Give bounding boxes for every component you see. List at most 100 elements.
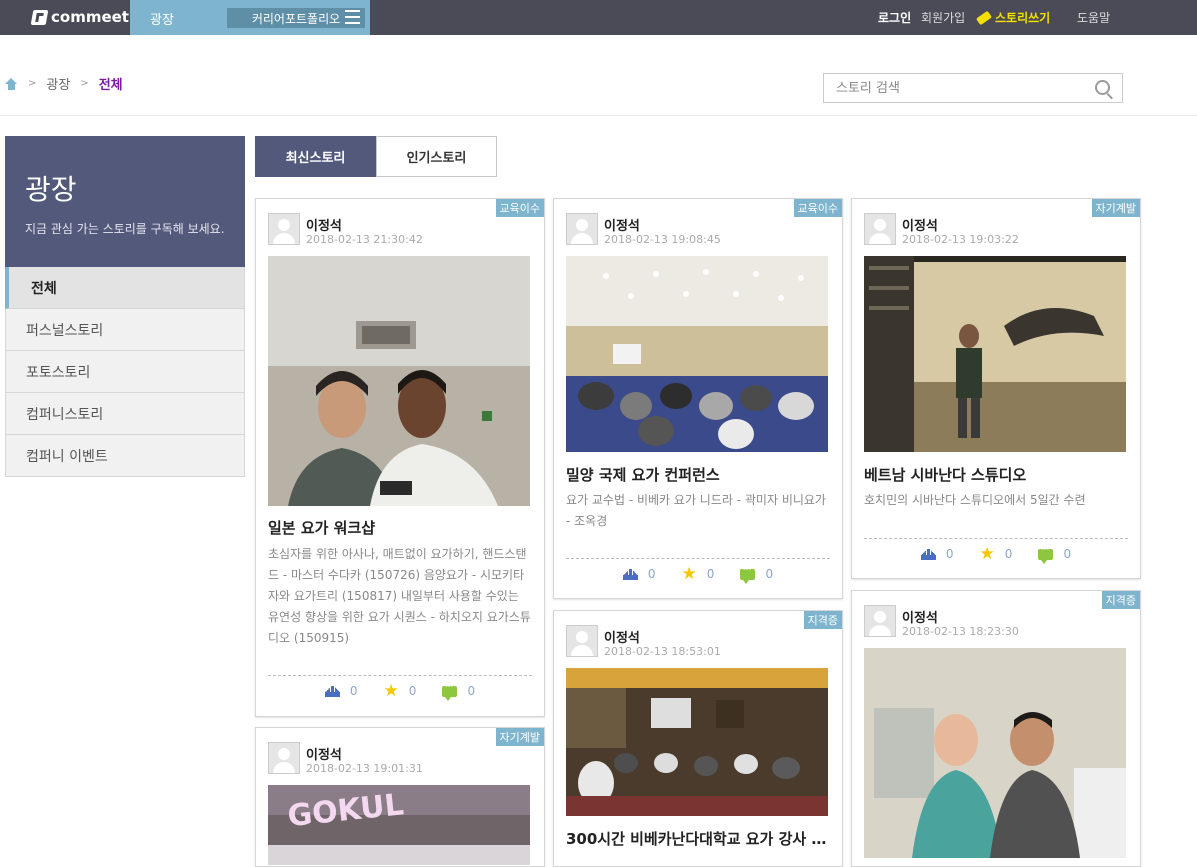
tab-popular[interactable]: 인기스토리 xyxy=(376,136,497,177)
story-card[interactable]: 자기계발 이정석 2018-02-13 19:01:31 GOKUL xyxy=(255,727,545,867)
category-badge: 교육이수 xyxy=(495,199,544,217)
star-count[interactable]: ★ 0 xyxy=(979,544,1013,564)
story-title[interactable]: 베트남 시바난다 스튜디오 xyxy=(864,464,1126,485)
write-story-label: 스토리쓰기 xyxy=(995,11,1051,25)
comment-value: 0 xyxy=(765,567,774,581)
commeet-logo[interactable]: commeet xyxy=(30,8,129,26)
comment-value: 0 xyxy=(1063,547,1072,561)
comment-count[interactable]: 0 xyxy=(740,564,774,584)
author-name[interactable]: 이정석 xyxy=(306,215,342,234)
avatar xyxy=(268,742,300,774)
hamburger-menu-icon[interactable] xyxy=(345,10,360,24)
sidebar-item-company-story[interactable]: 컴퍼니스토리 xyxy=(5,393,245,435)
post-date: 2018-02-13 19:03:22 xyxy=(902,233,1019,246)
story-photo[interactable]: GOKUL xyxy=(268,785,530,865)
avatar xyxy=(864,605,896,637)
nav-plaza[interactable]: 광장 xyxy=(150,9,174,28)
star-count[interactable]: ★ 0 xyxy=(682,566,715,583)
signup-link[interactable]: 회원가입 xyxy=(921,9,965,26)
sidebar-item-personal-story[interactable]: 퍼스널스토리 xyxy=(5,309,245,351)
author-name[interactable]: 이정석 xyxy=(902,215,938,234)
breadcrumb-current: 전체 xyxy=(98,78,123,93)
avatar xyxy=(566,625,598,657)
logo-icon xyxy=(30,9,49,25)
story-description: 호치민의 시바난다 스튜디오에서 5일간 수련 xyxy=(864,493,1086,507)
story-title[interactable]: 밀양 국제 요가 컨퍼런스 xyxy=(566,464,828,485)
crown-icon xyxy=(920,548,936,560)
comment-count[interactable]: 0 xyxy=(442,681,475,701)
avatar xyxy=(864,213,896,245)
story-photo[interactable] xyxy=(864,256,1126,452)
crown-count[interactable]: 0 xyxy=(324,684,358,698)
sidebar-item-photo-story[interactable]: 포토스토리 xyxy=(5,351,245,393)
story-card[interactable]: 교육이수 이정석 2018-02-13 21:30:42 일본 요가 워크샵 초… xyxy=(255,198,545,717)
star-icon: ★ xyxy=(979,544,995,564)
category-badge: 교육이수 xyxy=(793,199,842,217)
star-icon: ★ xyxy=(383,681,399,701)
star-value: 0 xyxy=(1004,547,1013,561)
crown-value: 0 xyxy=(647,567,656,581)
sidebar-item-all[interactable]: 전체 xyxy=(5,267,245,309)
comment-count[interactable]: 0 xyxy=(1038,544,1072,564)
breadcrumb-separator: > xyxy=(80,78,89,89)
story-title[interactable]: 300시간 비베카난다대학교 요가 강사 ... xyxy=(566,828,828,849)
sidebar-title: 광장 xyxy=(25,173,77,206)
category-badge: 자기계발 xyxy=(495,728,544,746)
crown-count[interactable]: 0 xyxy=(920,547,954,561)
crown-count[interactable]: 0 xyxy=(622,567,656,581)
story-title[interactable]: 일본 요가 워크샵 xyxy=(268,517,530,538)
home-icon[interactable] xyxy=(5,77,18,90)
story-card[interactable]: 지격증 이정석 2018-02-13 18:23:30 xyxy=(851,590,1141,867)
tab-latest[interactable]: 최신스토리 xyxy=(255,136,376,177)
search-input[interactable] xyxy=(834,80,1078,97)
card-divider xyxy=(268,675,532,676)
avatar xyxy=(566,213,598,245)
post-date: 2018-02-13 18:53:01 xyxy=(604,645,721,658)
crown-value: 0 xyxy=(349,684,358,698)
story-photo[interactable] xyxy=(864,648,1126,858)
pencil-icon xyxy=(975,10,993,25)
story-description: 초심자를 위한 아사나, 매트없이 요가하기, 핸드스탠드 - 마스터 수다카 … xyxy=(268,547,531,645)
star-count[interactable]: ★ 0 xyxy=(383,681,417,701)
story-photo[interactable] xyxy=(566,668,828,816)
story-photo[interactable] xyxy=(268,256,530,506)
crown-icon xyxy=(324,685,340,697)
post-date: 2018-02-13 19:08:45 xyxy=(604,233,721,246)
story-search xyxy=(823,73,1123,103)
breadcrumb: > 광장 > 전체 xyxy=(5,74,123,93)
top-navbar: commeet 광장 커리어포트폴리오 로그인 회원가입 스토리쓰기 도움말 xyxy=(0,0,1197,35)
story-photo[interactable] xyxy=(566,256,828,452)
star-value: 0 xyxy=(408,684,417,698)
comment-icon xyxy=(1038,544,1054,564)
write-story-link[interactable]: 스토리쓰기 xyxy=(975,9,1051,26)
card-stats: 0 ★0 0 xyxy=(852,544,1140,564)
card-divider xyxy=(864,538,1128,539)
post-date: 2018-02-13 21:30:42 xyxy=(306,233,423,246)
author-name[interactable]: 이정석 xyxy=(902,607,938,626)
crown-value: 0 xyxy=(945,547,954,561)
card-stats: 0 ★0 0 xyxy=(554,564,842,584)
top-nav-section: 광장 커리어포트폴리오 xyxy=(130,0,370,35)
comment-icon xyxy=(442,681,458,701)
story-card[interactable]: 자기계발 이정석 2018-02-13 19:03:22 베트남 시바난다 스튜… xyxy=(851,198,1141,579)
story-card[interactable]: 교육이수 이정석 2018-02-13 19:08:45 밀양 국제 요가 컨퍼… xyxy=(553,198,843,599)
comment-icon xyxy=(740,564,756,584)
sidebar-item-company-event[interactable]: 컴퍼니 이벤트 xyxy=(5,435,245,477)
logo-text: commeet xyxy=(51,8,129,26)
login-link[interactable]: 로그인 xyxy=(878,9,911,26)
post-date: 2018-02-13 19:01:31 xyxy=(306,762,423,775)
story-tabs: 최신스토리 인기스토리 xyxy=(255,136,497,177)
sidebar-header: 광장 지금 관심 가는 스토리를 구독해 보세요. xyxy=(5,136,245,267)
help-link[interactable]: 도움말 xyxy=(1077,9,1110,26)
author-name[interactable]: 이정석 xyxy=(604,627,640,646)
card-divider xyxy=(566,558,830,559)
breadcrumb-separator: > xyxy=(28,78,37,89)
star-value: 0 xyxy=(706,567,715,581)
author-name[interactable]: 이정석 xyxy=(306,744,342,763)
author-name[interactable]: 이정석 xyxy=(604,215,640,234)
breadcrumb-plaza[interactable]: 광장 xyxy=(46,74,70,93)
story-card[interactable]: 지격증 이정석 2018-02-13 18:53:01 300시간 비베카난다대… xyxy=(553,610,843,867)
category-badge: 자기계발 xyxy=(1091,199,1140,217)
search-icon[interactable] xyxy=(1095,80,1110,95)
divider xyxy=(0,115,1197,116)
